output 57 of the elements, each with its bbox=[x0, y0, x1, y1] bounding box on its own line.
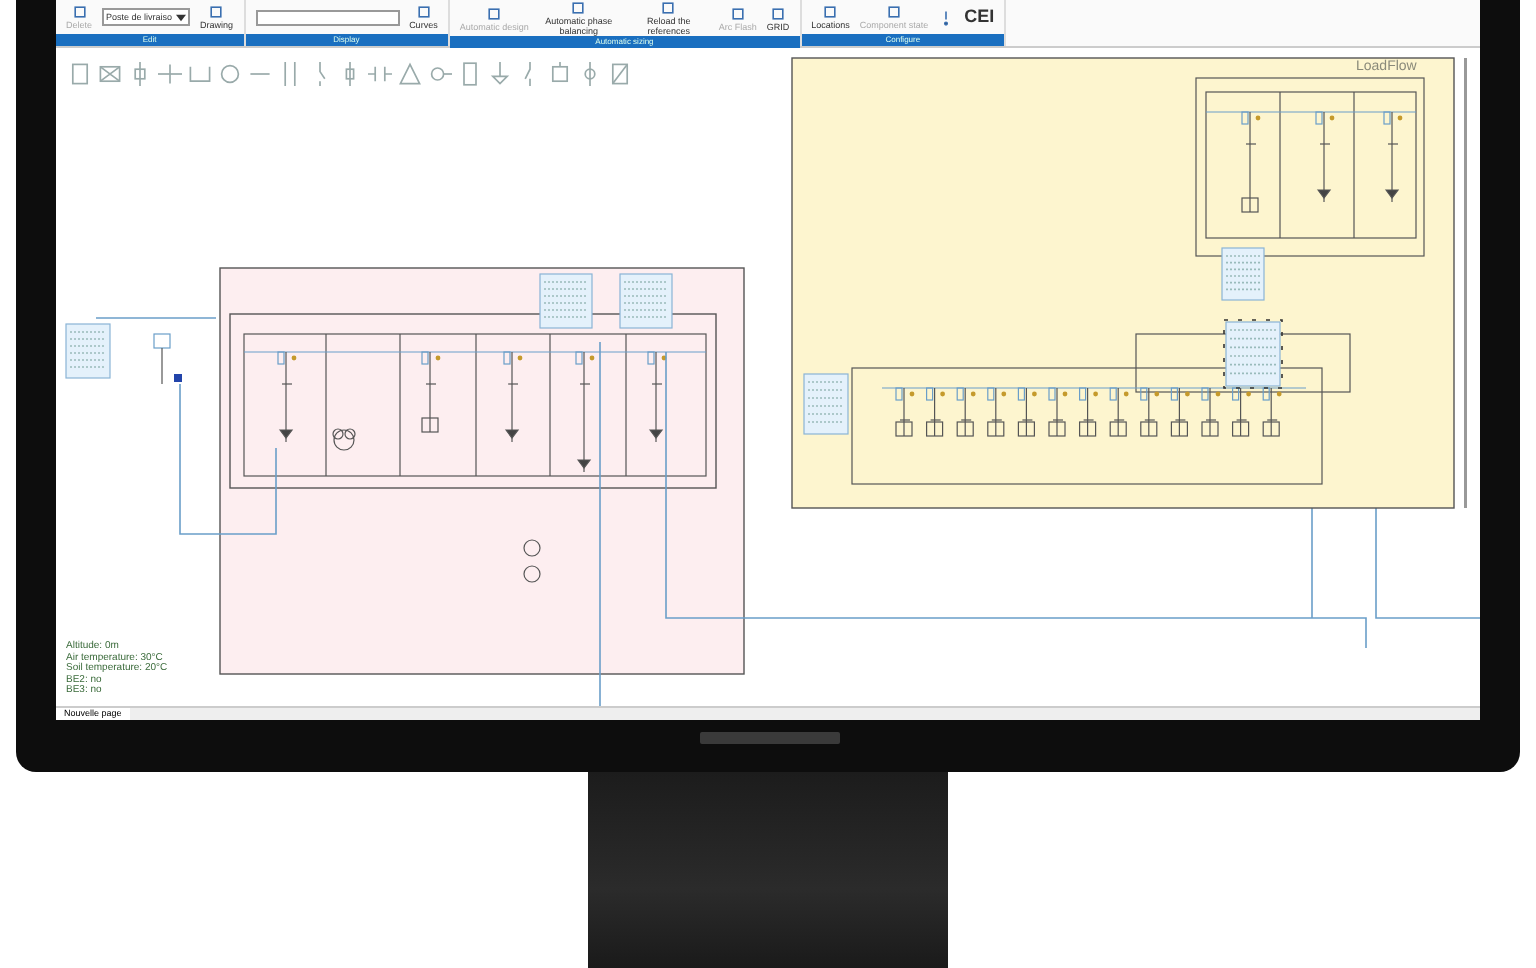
feeder-drawing bbox=[277, 351, 297, 443]
tool-icon bbox=[886, 4, 903, 20]
results-table-drawing bbox=[1221, 247, 1265, 301]
line-symbol-icon[interactable] bbox=[158, 59, 182, 87]
ground-symbol-icon[interactable] bbox=[488, 59, 512, 87]
feeder-drawing bbox=[1140, 387, 1160, 437]
feeder-drawing bbox=[1017, 387, 1037, 437]
feeder-drawing bbox=[503, 351, 523, 443]
feeder-drawing bbox=[1048, 387, 1068, 437]
feeder-drawing bbox=[1170, 387, 1190, 437]
caret-icon bbox=[176, 13, 187, 21]
circle-symbol-icon[interactable] bbox=[218, 59, 242, 87]
bars-symbol-icon[interactable] bbox=[278, 59, 302, 87]
results-table-drawing bbox=[1223, 319, 1283, 389]
resistor-symbol-icon[interactable] bbox=[128, 59, 152, 87]
square-symbol-icon[interactable] bbox=[548, 59, 572, 87]
tool-icon bbox=[486, 5, 503, 21]
feeder-drawing bbox=[1079, 387, 1098, 437]
rectangle-symbol-icon[interactable] bbox=[68, 59, 92, 87]
standard-button[interactable]: CEI bbox=[964, 12, 995, 22]
tool-icon bbox=[770, 5, 786, 21]
results-table-drawing bbox=[539, 273, 593, 329]
input-field[interactable] bbox=[255, 9, 400, 25]
tool-icon bbox=[570, 0, 587, 16]
feeder-drawing bbox=[1109, 387, 1129, 437]
tall-rectangle-icon[interactable] bbox=[458, 59, 482, 87]
tool-icon bbox=[71, 4, 87, 20]
tool-icon bbox=[415, 4, 432, 20]
results-table-drawing bbox=[619, 273, 673, 329]
tool-icon bbox=[208, 4, 225, 20]
feeder-drawing bbox=[1201, 387, 1221, 437]
triangle-symbol-icon[interactable] bbox=[398, 59, 422, 87]
feeder-drawing bbox=[1241, 111, 1261, 213]
generator-symbol-icon bbox=[523, 539, 541, 583]
meter-symbol-icon[interactable] bbox=[578, 59, 602, 87]
feeder-drawing bbox=[575, 351, 595, 473]
feeder-drawing bbox=[987, 387, 1007, 437]
feeder-drawing bbox=[1232, 387, 1251, 437]
feeder-drawing bbox=[1315, 111, 1335, 203]
results-table-drawing bbox=[65, 323, 111, 379]
feeder-drawing bbox=[421, 351, 441, 433]
monitor-notch bbox=[700, 732, 840, 744]
connection-wire bbox=[95, 317, 217, 319]
feeder-drawing bbox=[956, 387, 976, 437]
tool-icon bbox=[729, 5, 746, 21]
feeder-drawing bbox=[1383, 111, 1403, 203]
feeder-drawing bbox=[647, 351, 667, 443]
feeder-drawing bbox=[926, 387, 945, 437]
tool-icon bbox=[822, 4, 839, 20]
transformer-icon bbox=[332, 428, 356, 451]
slashed-box-icon[interactable] bbox=[608, 59, 632, 87]
results-table-drawing bbox=[803, 373, 849, 435]
tool-icon bbox=[660, 0, 677, 16]
feeder-drawing bbox=[895, 387, 915, 437]
feeder-drawing bbox=[1262, 387, 1282, 437]
source-symbol-icon bbox=[153, 333, 182, 385]
scroll-bar[interactable] bbox=[1464, 58, 1467, 508]
